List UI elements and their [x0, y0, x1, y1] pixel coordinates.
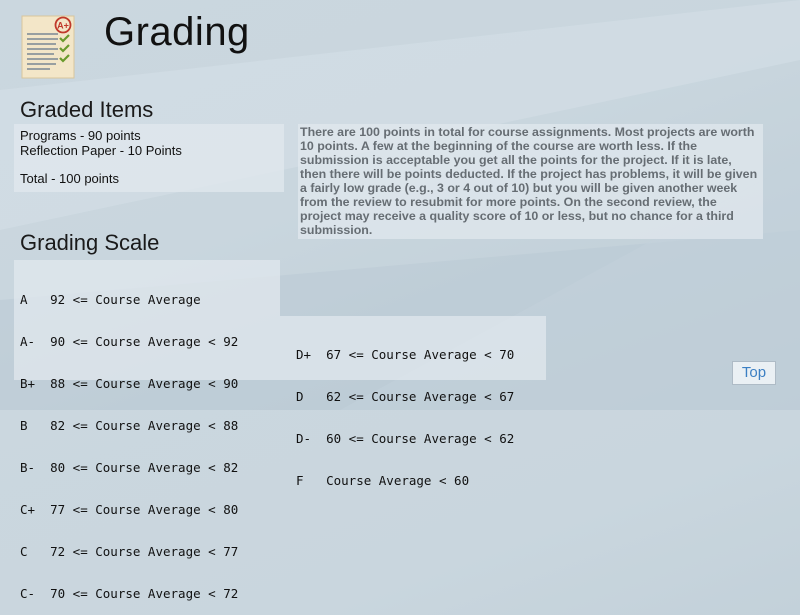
scale-row-d: D 62 <= Course Average < 67 [296, 389, 515, 404]
graded-paper-icon: A+ [20, 14, 76, 80]
scale-row-c: C 72 <= Course Average < 77 [20, 544, 239, 559]
scale-row-f: F Course Average < 60 [296, 473, 470, 488]
top-button[interactable]: Top [732, 361, 776, 385]
graded-items-heading: Graded Items [20, 97, 154, 122]
graded-items-total: Total - 100 points [20, 171, 120, 186]
grading-scale-heading: Grading Scale [20, 230, 160, 255]
svg-text:A+: A+ [57, 21, 69, 31]
scale-row-a: A 92 <= Course Average [20, 292, 201, 307]
scale-row-d-minus: D- 60 <= Course Average < 62 [296, 431, 515, 446]
scale-row-d-plus: D+ 67 <= Course Average < 70 [296, 347, 515, 362]
page-title: Grading [104, 10, 250, 54]
grading-description: There are 100 points in total for course… [298, 124, 763, 239]
scale-row-c-minus: C- 70 <= Course Average < 72 [20, 586, 239, 601]
scale-row-b-plus: B+ 88 <= Course Average < 90 [20, 376, 239, 391]
graded-items-panel: Programs - 90 points Reflection Paper - … [14, 124, 284, 192]
graded-item-programs: Programs - 90 points [20, 128, 141, 143]
graded-item-reflection-paper: Reflection Paper - 10 Points [20, 143, 182, 158]
grading-scale-table-right: D+ 67 <= Course Average < 70 D 62 <= Cou… [280, 316, 546, 488]
scale-row-c-plus: C+ 77 <= Course Average < 80 [20, 502, 239, 517]
scale-row-b: B 82 <= Course Average < 88 [20, 418, 239, 433]
grading-scale-table-left: A 92 <= Course Average A- 90 <= Course A… [14, 260, 280, 601]
scale-row-a-minus: A- 90 <= Course Average < 92 [20, 334, 239, 349]
scale-row-b-minus: B- 80 <= Course Average < 82 [20, 460, 239, 475]
